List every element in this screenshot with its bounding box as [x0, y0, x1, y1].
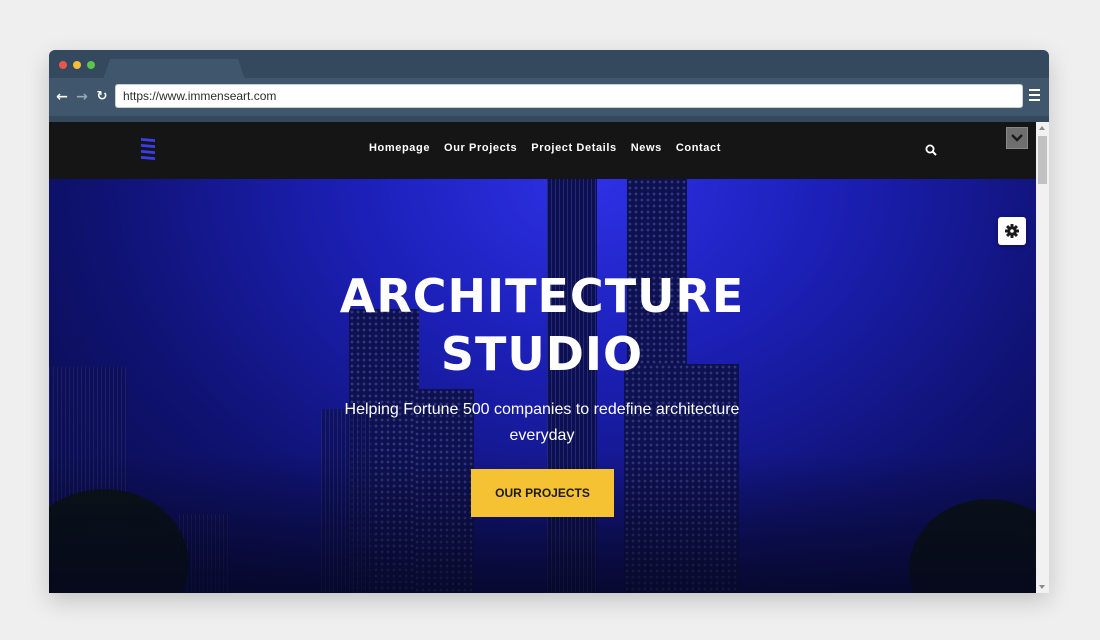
- reload-icon[interactable]: ↻: [94, 87, 110, 107]
- tab-bar: [49, 50, 1049, 79]
- hero-subtitle: Helping Fortune 500 companies to redefin…: [344, 401, 740, 444]
- settings-button[interactable]: [998, 217, 1026, 245]
- hero-section: ARCHITECTURE STUDIO Helping Fortune 500 …: [49, 179, 1036, 593]
- browser-window: ← → ↻ https://www.immenseart.com Homepag…: [49, 50, 1049, 593]
- hero-title-line-2: STUDIO: [440, 327, 644, 381]
- main-navigation: Homepage Our Projects Project Details Ne…: [369, 142, 721, 154]
- hero-title: ARCHITECTURE STUDIO: [239, 267, 845, 383]
- browser-toolbar: ← → ↻ https://www.immenseart.com: [49, 78, 1049, 116]
- browser-tab[interactable]: [103, 59, 245, 79]
- our-projects-button[interactable]: OUR PROJECTS: [471, 469, 614, 517]
- scroll-down-icon[interactable]: [1039, 585, 1045, 589]
- hero-title-line-1: ARCHITECTURE: [339, 269, 745, 323]
- minimize-window-dot[interactable]: [73, 61, 81, 69]
- nav-link-our-projects[interactable]: Our Projects: [444, 142, 517, 154]
- logo-icon[interactable]: [139, 138, 157, 164]
- nav-link-project-details[interactable]: Project Details: [531, 142, 616, 154]
- site-header: Homepage Our Projects Project Details Ne…: [49, 122, 1036, 179]
- hamburger-menu-icon[interactable]: [1029, 89, 1041, 103]
- scroll-up-icon[interactable]: [1039, 126, 1045, 130]
- back-arrow-icon[interactable]: ←: [54, 87, 70, 107]
- scrollbar[interactable]: [1036, 122, 1049, 593]
- search-icon[interactable]: [925, 144, 937, 156]
- nav-link-news[interactable]: News: [631, 142, 662, 154]
- nav-link-homepage[interactable]: Homepage: [369, 142, 430, 154]
- close-window-dot[interactable]: [59, 61, 67, 69]
- gear-icon: [1005, 224, 1019, 238]
- address-bar[interactable]: https://www.immenseart.com: [115, 84, 1023, 108]
- dropdown-toggle-button[interactable]: [1006, 127, 1028, 149]
- forward-arrow-icon[interactable]: →: [74, 87, 90, 107]
- scroll-thumb[interactable]: [1038, 136, 1047, 184]
- chevron-down-icon: [1011, 134, 1023, 142]
- nav-link-contact[interactable]: Contact: [676, 142, 721, 154]
- maximize-window-dot[interactable]: [87, 61, 95, 69]
- page-viewport: Homepage Our Projects Project Details Ne…: [49, 122, 1049, 593]
